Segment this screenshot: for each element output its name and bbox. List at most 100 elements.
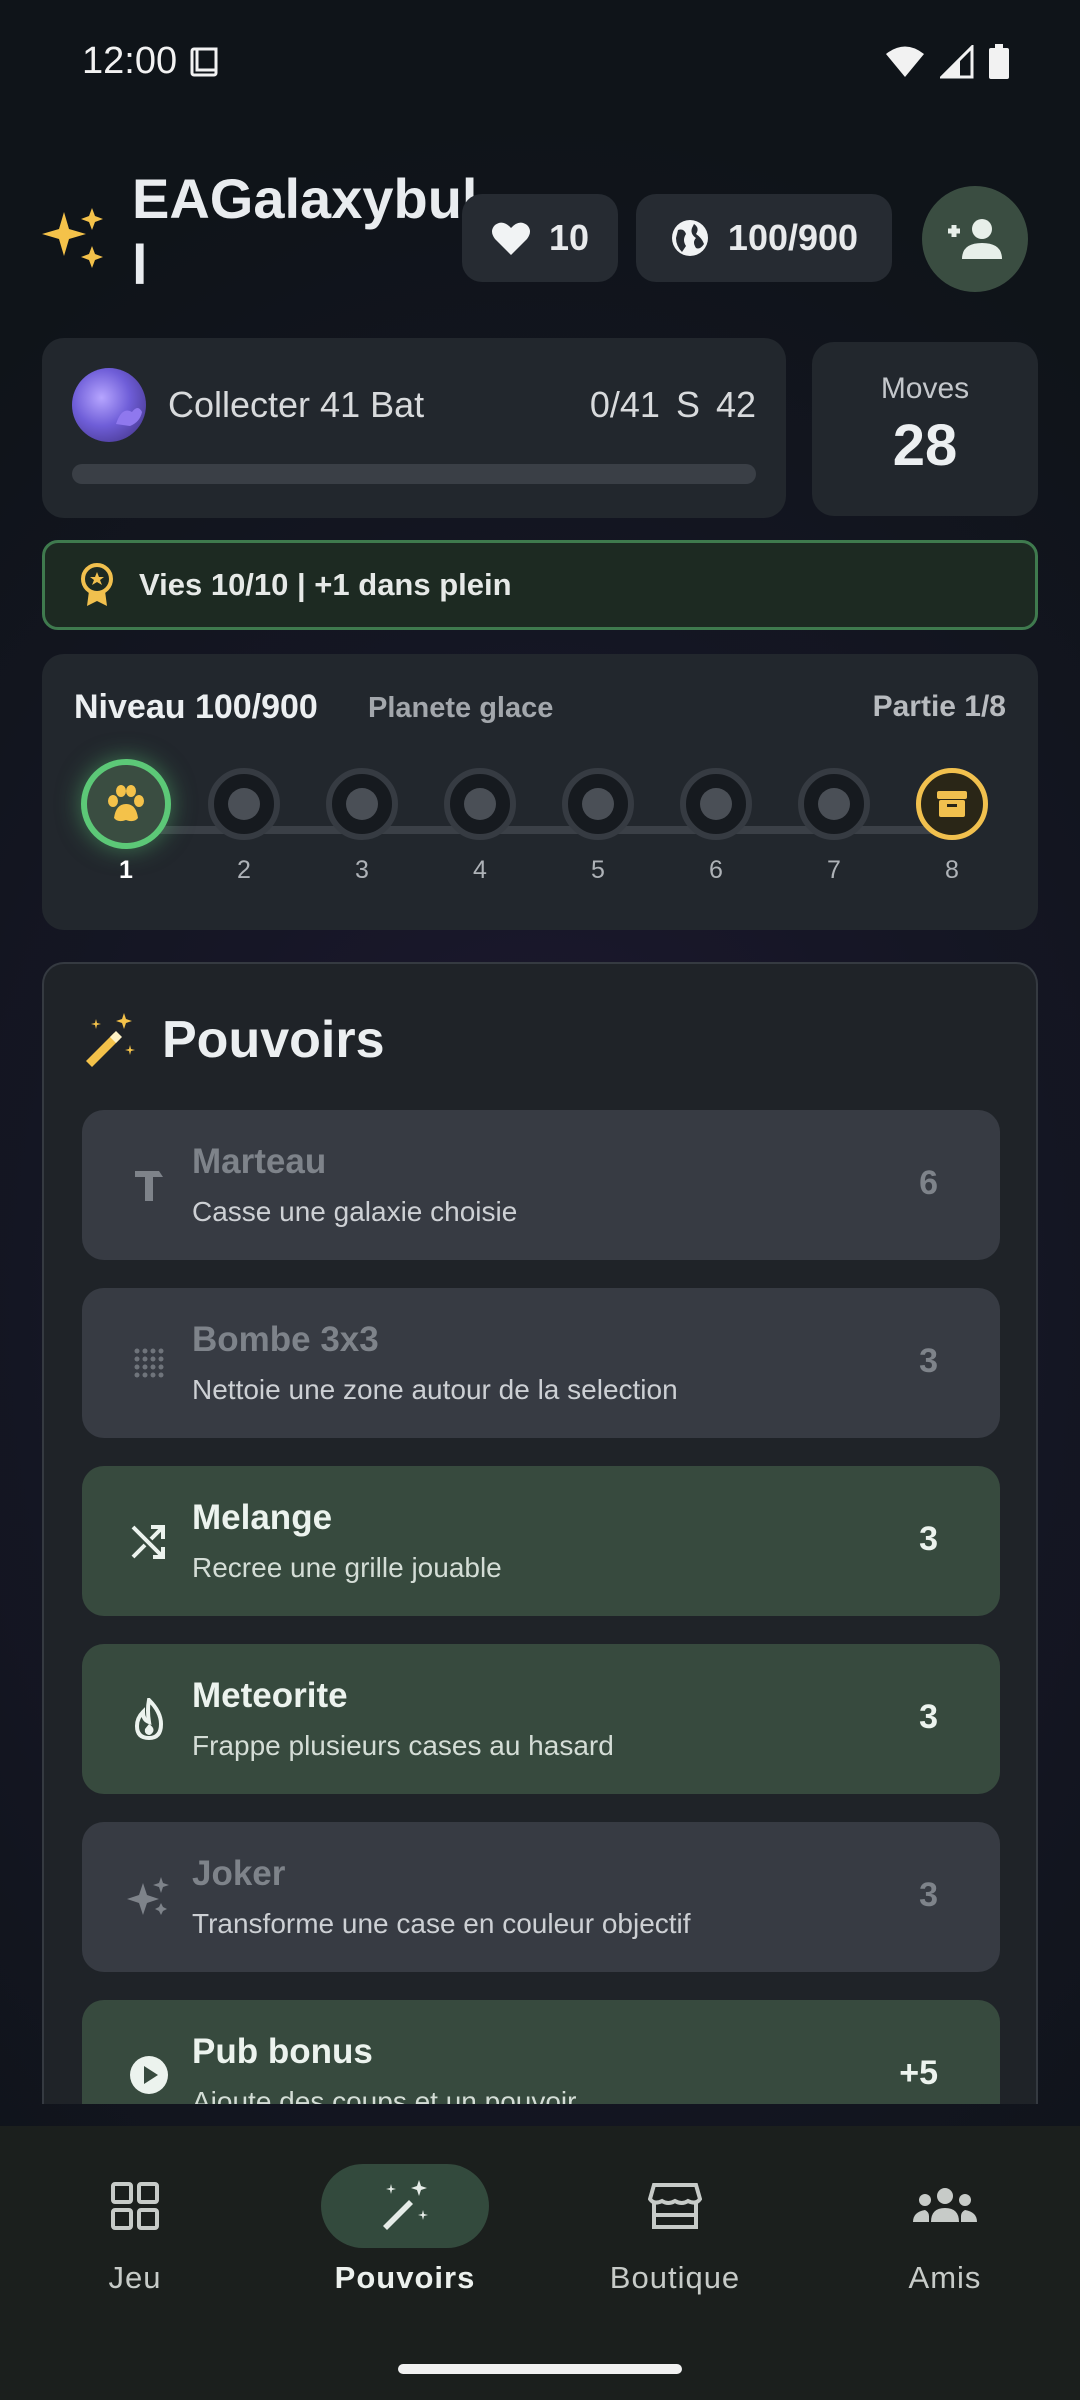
world-progress-chip[interactable]: 100/900 bbox=[636, 194, 892, 282]
power-count: +5 bbox=[899, 2054, 938, 2092]
chest-icon bbox=[937, 791, 967, 817]
lives-chip[interactable]: 10 bbox=[462, 194, 618, 282]
level-node-number: 2 bbox=[237, 856, 251, 884]
level-node-number: 4 bbox=[473, 856, 487, 884]
nav-item-amis[interactable]: Amis bbox=[810, 2164, 1080, 2296]
mission-progress: 0/41 bbox=[589, 384, 660, 425]
power-name: Melange bbox=[192, 1498, 333, 1537]
power-count: 6 bbox=[919, 1164, 938, 1202]
power-desc: Frappe plusieurs cases au hasard bbox=[192, 1730, 614, 1761]
header: EAGalaxybull 10 100/900 bbox=[42, 160, 1042, 300]
status-bar: 12:00 bbox=[0, 0, 1080, 120]
magic-wand-icon bbox=[86, 1013, 135, 1067]
lives-count: 10 bbox=[548, 217, 590, 258]
power-name: Meteorite bbox=[192, 1676, 348, 1715]
world-progress-label: 100/900 bbox=[727, 217, 859, 258]
person-add-icon bbox=[948, 219, 1002, 259]
nav-item-jeu[interactable]: Jeu bbox=[0, 2164, 270, 2296]
wifi-icon bbox=[886, 46, 924, 77]
power-desc: Casse une galaxie choisie bbox=[192, 1196, 518, 1227]
add-friend-button[interactable] bbox=[922, 186, 1028, 292]
play-circle-icon bbox=[126, 2052, 172, 2098]
mission-label: Collecter 41 Bat bbox=[168, 384, 425, 425]
nav-item-boutique[interactable]: Boutique bbox=[540, 2164, 810, 2296]
level-node-number: 6 bbox=[709, 856, 723, 884]
power-count: 3 bbox=[919, 1876, 938, 1914]
power-name: Marteau bbox=[192, 1142, 327, 1181]
nav-label: Boutique bbox=[609, 2260, 741, 2295]
flame-icon bbox=[126, 1696, 172, 1742]
level-node[interactable] bbox=[444, 768, 516, 840]
hammer-icon bbox=[126, 1162, 172, 1208]
level-node-number: 8 bbox=[945, 856, 959, 884]
power-desc: Recree une grille jouable bbox=[192, 1552, 502, 1583]
moves-label: Moves bbox=[880, 372, 970, 405]
power-bombe[interactable]: Bombe 3x3 Nettoie une zone autour de la … bbox=[82, 1288, 1000, 1438]
signal-icon bbox=[940, 45, 974, 79]
lives-banner-text: Vies 10/10 | +1 dans plein bbox=[139, 567, 512, 602]
power-melange[interactable]: Melange Recree une grille jouable 3 bbox=[82, 1466, 1000, 1616]
power-count: 3 bbox=[919, 1342, 938, 1380]
nav-label: Amis bbox=[908, 2260, 982, 2295]
power-count: 3 bbox=[919, 1520, 938, 1558]
nav-pill bbox=[861, 2164, 1029, 2248]
sparkle-icon bbox=[42, 208, 103, 268]
mission-score: S 42 bbox=[675, 384, 756, 425]
powers-title: Pouvoirs bbox=[162, 1011, 385, 1069]
status-time: 12:00 bbox=[82, 40, 221, 83]
power-count: 3 bbox=[919, 1698, 938, 1736]
power-meteorite[interactable]: Meteorite Frappe plusieurs cases au hasa… bbox=[82, 1644, 1000, 1794]
level-node-number: 5 bbox=[591, 856, 605, 884]
nav-label: Pouvoirs bbox=[334, 2260, 476, 2295]
power-desc: Nettoie une zone autour de la selection bbox=[192, 1374, 678, 1405]
sparkle-icon bbox=[126, 1874, 172, 1920]
level-node-current[interactable] bbox=[81, 759, 171, 849]
level-node[interactable] bbox=[798, 768, 870, 840]
level-node[interactable] bbox=[562, 768, 634, 840]
moves-card: Moves 28 bbox=[812, 342, 1038, 516]
power-pub-bonus[interactable]: Pub bonus Ajoute des coups et un pouvoir… bbox=[82, 2000, 1000, 2104]
globe-icon bbox=[671, 220, 708, 256]
power-joker[interactable]: Joker Transforme une case en couleur obj… bbox=[82, 1822, 1000, 1972]
power-desc: Transforme une case en couleur objectif bbox=[192, 1908, 691, 1939]
level-node-number: 7 bbox=[827, 856, 841, 884]
mission-card: Collecter 41 Bat 0/41 S 42 bbox=[42, 338, 786, 518]
mission-count: 0/41 S 42 bbox=[590, 384, 756, 426]
power-name: Pub bonus bbox=[192, 2032, 373, 2071]
power-desc: Ajoute des coups et un pouvoir bbox=[192, 2086, 577, 2104]
group-icon bbox=[913, 2188, 977, 2222]
bat-galaxy-avatar bbox=[72, 368, 146, 442]
level-node-chest[interactable] bbox=[916, 768, 988, 840]
status-time-label: 12:00 bbox=[82, 40, 178, 82]
level-node[interactable] bbox=[208, 768, 280, 840]
nav-item-pouvoirs[interactable]: Pouvoirs bbox=[270, 2164, 540, 2296]
store-icon bbox=[648, 2183, 702, 2229]
award-icon bbox=[81, 563, 113, 606]
nav-pill bbox=[321, 2164, 489, 2248]
level-title: Niveau 100/900 bbox=[74, 688, 318, 726]
heart-icon bbox=[491, 222, 530, 255]
level-node-number: 1 bbox=[119, 856, 133, 884]
nav-pill bbox=[591, 2164, 759, 2248]
bottom-nav: Jeu Pouvoirs Boutique Amis bbox=[0, 2126, 1080, 2400]
mission-progress-bar bbox=[72, 464, 756, 484]
level-card: Niveau 100/900 Planete glace Partie 1/8 … bbox=[42, 654, 1038, 930]
magic-wand-icon bbox=[383, 2180, 428, 2230]
moves-value: 28 bbox=[892, 413, 958, 478]
battery-icon bbox=[989, 44, 1009, 79]
powers-header: Pouvoirs bbox=[80, 1010, 385, 1070]
home-indicator[interactable] bbox=[398, 2364, 682, 2374]
power-name: Bombe 3x3 bbox=[192, 1320, 379, 1359]
username: EAGalaxybull bbox=[132, 167, 478, 296]
nav-label: Jeu bbox=[108, 2260, 162, 2295]
level-node[interactable] bbox=[326, 768, 398, 840]
level-node[interactable] bbox=[680, 768, 752, 840]
status-icons bbox=[884, 44, 1010, 80]
powers-panel: Pouvoirs Marteau Casse une galaxie chois… bbox=[42, 962, 1038, 2104]
power-marteau[interactable]: Marteau Casse une galaxie choisie 6 bbox=[82, 1110, 1000, 1260]
lives-banner: Vies 10/10 | +1 dans plein bbox=[42, 540, 1038, 630]
screenshot-icon bbox=[190, 47, 218, 76]
grid-dots-icon bbox=[126, 1340, 172, 1386]
nav-pill bbox=[51, 2164, 219, 2248]
bat-icon bbox=[116, 408, 142, 426]
